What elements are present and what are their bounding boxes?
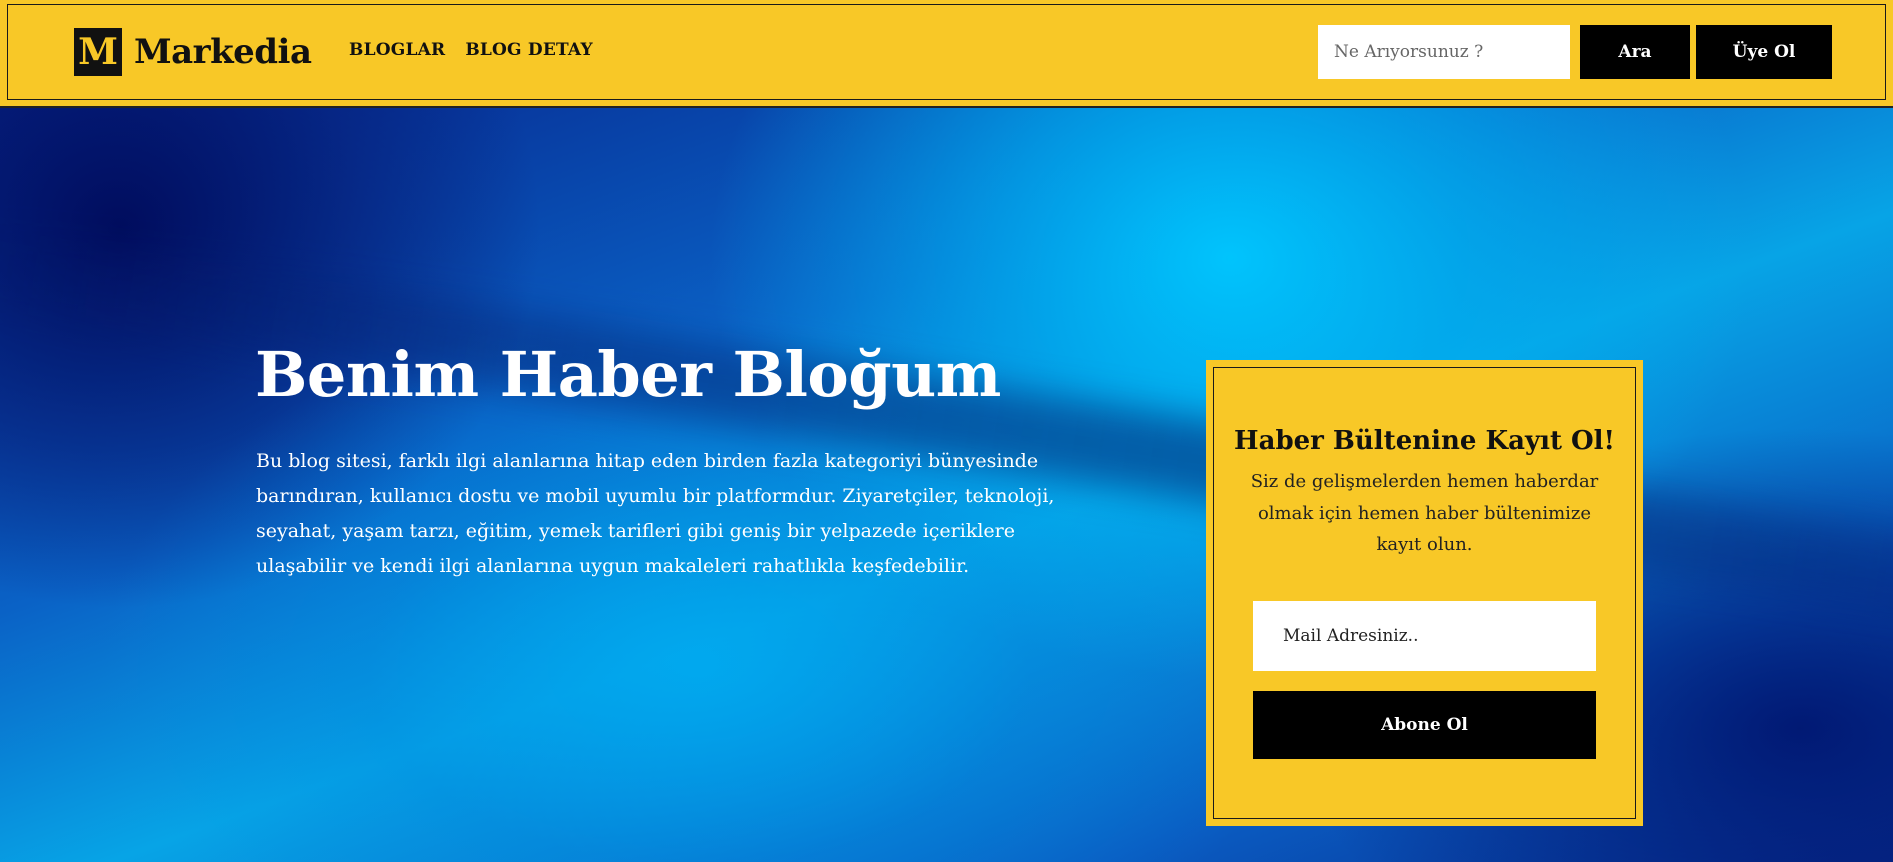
signup-button[interactable]: Üye Ol bbox=[1696, 25, 1832, 79]
search-input[interactable] bbox=[1318, 25, 1570, 79]
main-nav: BLOGLAR BLOG DETAY bbox=[349, 40, 593, 60]
newsletter-description: Siz de gelişmelerden hemen haberdar olma… bbox=[1250, 471, 1599, 555]
email-field[interactable] bbox=[1253, 601, 1596, 671]
logo[interactable]: M Markedia bbox=[74, 28, 312, 76]
subscribe-button[interactable]: Abone Ol bbox=[1253, 691, 1596, 759]
logo-mark-icon: M bbox=[74, 28, 122, 76]
nav-item-blog-detay[interactable]: BLOG DETAY bbox=[465, 40, 592, 60]
newsletter-card: Haber Bültenine Kayıt Ol! Siz de gelişme… bbox=[1206, 360, 1643, 826]
newsletter-title: Haber Bültenine Kayıt Ol! bbox=[1234, 426, 1615, 456]
logo-text: Markedia bbox=[134, 32, 312, 72]
site-header: M Markedia BLOGLAR BLOG DETAY Ara Üye Ol bbox=[0, 0, 1893, 108]
hero-description: Bu blog sitesi, farklı ilgi alanlarına h… bbox=[256, 450, 1055, 577]
hero-title: Benim Haber Bloğum bbox=[255, 338, 1001, 411]
hero-section: Benim Haber Bloğum Bu blog sitesi, farkl… bbox=[0, 108, 1893, 862]
nav-item-bloglar[interactable]: BLOGLAR bbox=[349, 40, 445, 60]
search-button[interactable]: Ara bbox=[1580, 25, 1690, 79]
